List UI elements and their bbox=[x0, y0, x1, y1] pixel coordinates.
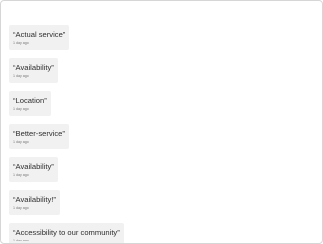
comment-timestamp: 1 day ago bbox=[13, 41, 29, 45]
comment-timestamp: 1 day ago bbox=[13, 74, 29, 78]
comment-text: “Availability” bbox=[13, 162, 54, 171]
comment-text: “Actual service” bbox=[13, 30, 66, 39]
comment-timestamp: 1 day ago bbox=[13, 173, 29, 177]
comment-list: “Actual service” 1 day ago “Availability… bbox=[9, 25, 315, 243]
comment-timestamp: 1 day ago bbox=[13, 140, 29, 144]
comment-text: “Availability” bbox=[13, 63, 54, 72]
comment-text: “Better-service” bbox=[13, 129, 65, 138]
comment-bubble: “Location” 1 day ago bbox=[9, 91, 51, 116]
comment-bubble: “Availability” 1 day ago bbox=[9, 157, 58, 182]
comment-bubble: “Availability!” 1 day ago bbox=[9, 190, 60, 215]
comment-timestamp: 1 day ago bbox=[13, 107, 29, 111]
comments-panel: “Actual service” 1 day ago “Availability… bbox=[0, 0, 323, 244]
comment-bubble: “Availability” 1 day ago bbox=[9, 58, 58, 83]
comment-bubble: “Actual service” 1 day ago bbox=[9, 25, 70, 50]
comment-text: “Availability!” bbox=[13, 195, 56, 204]
comment-bubble: “Better-service” 1 day ago bbox=[9, 124, 69, 149]
comment-timestamp: 1 day ago bbox=[13, 206, 29, 210]
comment-text: “Location” bbox=[13, 96, 47, 105]
comment-text: “Accessibility to our community” bbox=[13, 228, 120, 237]
